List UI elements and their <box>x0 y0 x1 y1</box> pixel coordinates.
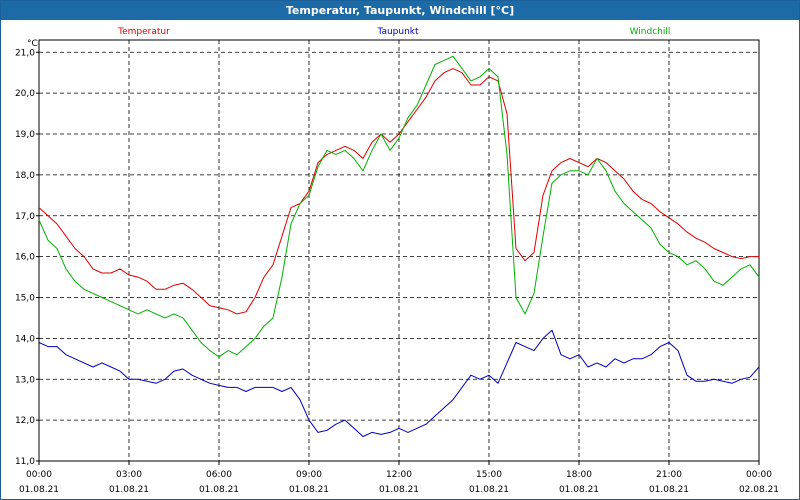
x-tick-date-label: 01.08.21 <box>379 485 419 495</box>
x-tick-time-label: 00:00 <box>746 470 772 480</box>
y-tick-label: 15,0 <box>15 294 35 304</box>
y-tick-label: 18,0 <box>15 171 35 181</box>
x-tick-time-label: 15:00 <box>476 470 502 480</box>
x-tick-time-label: 18:00 <box>566 470 592 480</box>
x-tick-date-label: 01.08.21 <box>109 485 149 495</box>
window-title: Temperatur, Taupunkt, Windchill [°C] <box>1 1 799 20</box>
x-tick-date-label: 01.08.21 <box>469 485 509 495</box>
x-tick-time-label: 03:00 <box>116 470 142 480</box>
x-tick-date-label: 01.08.21 <box>19 485 59 495</box>
x-tick-time-label: 00:00 <box>26 470 52 480</box>
legend-temperatur: Temperatur <box>117 27 170 37</box>
x-tick-date-label: 01.08.21 <box>289 485 329 495</box>
x-tick-time-label: 06:00 <box>206 470 232 480</box>
y-tick-label: 16,0 <box>15 253 35 263</box>
x-tick-time-label: 09:00 <box>296 470 322 480</box>
chart-window: Temperatur, Taupunkt, Windchill [°C] 11,… <box>0 0 800 500</box>
y-tick-label: 21,0 <box>15 48 35 58</box>
legend-windchill: Windchill <box>630 27 671 37</box>
x-tick-date-label: 01.08.21 <box>649 485 689 495</box>
y-tick-label: 14,0 <box>15 334 35 344</box>
y-tick-label: 13,0 <box>15 375 35 385</box>
y-tick-label: 17,0 <box>15 212 35 222</box>
x-tick-time-label: 21:00 <box>656 470 682 480</box>
legend-taupunkt: Taupunkt <box>376 27 419 37</box>
y-axis-unit-label: °C <box>27 39 38 49</box>
x-tick-date-label: 01.08.21 <box>559 485 599 495</box>
y-tick-label: 12,0 <box>15 416 35 426</box>
line-chart: 11,0 12,0 13,0 14,0 15,0 16,0 17,0 18,0 19,0 20,0… <box>15 27 779 495</box>
y-tick-label: 11,0 <box>15 457 35 467</box>
y-tick-label: 20,0 <box>15 89 35 99</box>
x-tick-date-label: 02.08.21 <box>739 485 779 495</box>
x-tick-time-label: 12:00 <box>386 470 412 480</box>
x-tick-date-label: 01.08.21 <box>199 485 239 495</box>
y-tick-label: 19,0 <box>15 130 35 140</box>
chart-panel: 11,0 12,0 13,0 14,0 15,0 16,0 17,0 18,0 19,0 20,0… <box>1 20 799 499</box>
